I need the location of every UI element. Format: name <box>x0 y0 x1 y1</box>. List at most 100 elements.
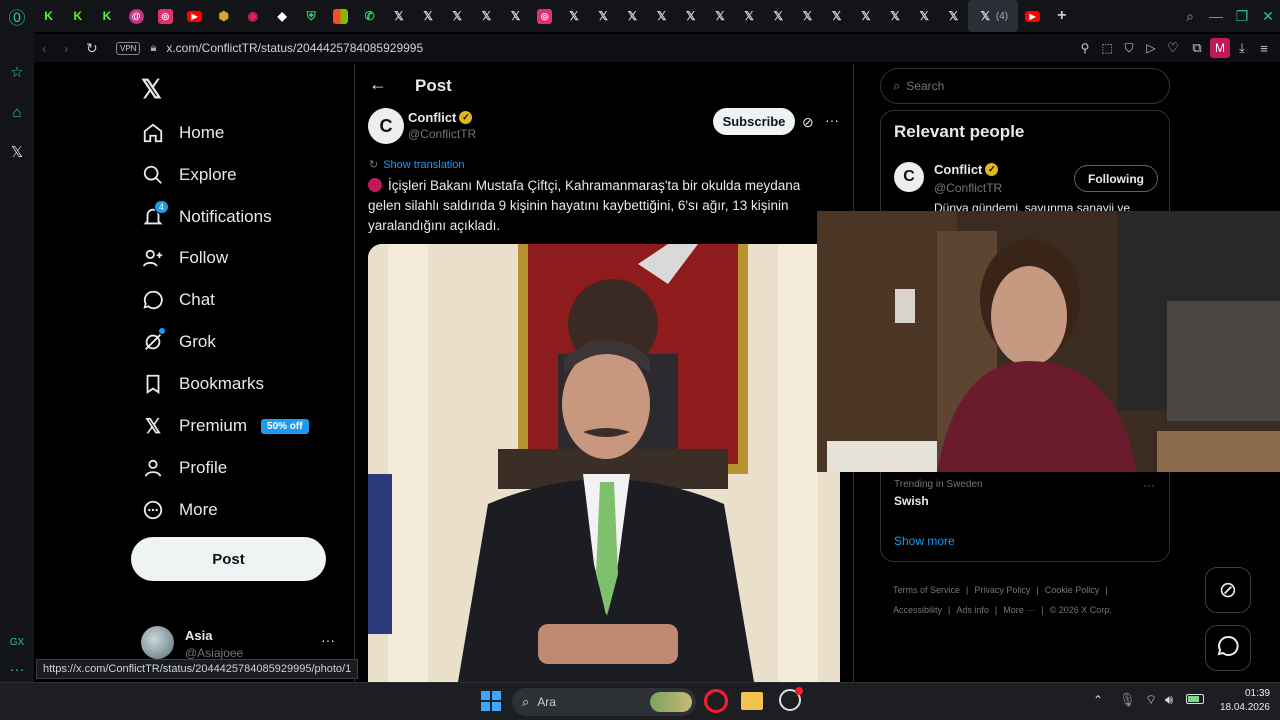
person-handle[interactable]: @ConflictTR <box>934 181 1002 195</box>
tab-kick-icon[interactable]: K <box>92 0 121 32</box>
profile-avatar[interactable]: M <box>1210 38 1230 58</box>
trend-name[interactable]: Swish <box>894 494 929 508</box>
nav-notifications[interactable]: 4 Notifications <box>141 199 272 235</box>
nav-more[interactable]: More <box>141 492 218 528</box>
subscribe-button[interactable]: Subscribe <box>713 108 795 135</box>
author-name[interactable]: Conflict ✓ <box>408 110 473 125</box>
nav-bookmarks[interactable]: Bookmarks <box>141 366 264 402</box>
more-icon[interactable]: ··· <box>825 112 839 128</box>
person-avatar[interactable]: C <box>894 162 924 192</box>
active-tab-x[interactable]: 𝕏 (4) <box>968 0 1018 32</box>
tab-x-icon[interactable]: 𝕏 <box>472 0 501 32</box>
extensions-icon[interactable]: ⧉ <box>1184 40 1210 56</box>
person-name[interactable]: Conflict ✓ <box>934 162 999 177</box>
footer-link[interactable]: Privacy Policy <box>974 585 1030 595</box>
footer-link[interactable]: Ads info <box>956 605 989 615</box>
tab-search-icon[interactable]: ⌕ <box>1178 8 1202 25</box>
tab-x-icon[interactable]: 𝕏 <box>384 0 413 32</box>
tab-ext-icon[interactable]: ⬢ <box>209 0 238 32</box>
tab-x-icon[interactable]: 𝕏 <box>822 0 851 32</box>
nav-home[interactable]: Home <box>141 115 224 151</box>
volume-icon[interactable]: 🔊︎ <box>1165 692 1173 708</box>
tab-diamond-icon[interactable]: ◆ <box>268 0 297 32</box>
tab-kick-icon[interactable]: K <box>63 0 92 32</box>
heart-icon[interactable]: ♡ <box>1162 40 1184 56</box>
send-icon[interactable]: ▷ <box>1140 41 1162 55</box>
reload-icon[interactable]: ↻ <box>86 40 110 57</box>
snapshot-icon[interactable]: ⬚ <box>1096 41 1118 55</box>
nav-explore[interactable]: Explore <box>141 157 237 193</box>
tab-x-icon[interactable]: 𝕏 <box>501 0 530 32</box>
footer-link[interactable]: Terms of Service <box>893 585 960 595</box>
tab-instagram-icon[interactable]: ◎ <box>151 0 180 32</box>
menu-icon[interactable]: ≡ <box>1254 41 1274 56</box>
restore-icon[interactable]: ❐ <box>1230 8 1254 25</box>
back-icon[interactable]: ‹ <box>42 41 64 56</box>
tab-x-icon[interactable]: 𝕏 <box>939 0 968 32</box>
nav-profile[interactable]: Profile <box>141 450 227 486</box>
post-photo[interactable] <box>368 244 840 682</box>
back-arrow-icon[interactable]: ← <box>369 74 387 95</box>
minimize-icon[interactable]: — <box>1204 8 1228 24</box>
mic-icon[interactable]: 🎙︎ <box>1119 692 1136 708</box>
footer-link[interactable]: More ··· <box>1003 605 1035 615</box>
show-translation-link[interactable]: ↻ Show translation <box>369 158 465 172</box>
tab-kick-icon[interactable]: K <box>34 0 63 32</box>
app-icon[interactable] <box>779 687 803 711</box>
tray-chevron-icon[interactable]: ⌃ <box>1093 693 1103 707</box>
tab-circle-icon[interactable]: ◉ <box>238 0 267 32</box>
tab-x-icon[interactable]: 𝕏 <box>413 0 442 32</box>
tab-x-icon[interactable]: 𝕏 <box>618 0 647 32</box>
tab-instagram-icon[interactable]: ◎ <box>530 0 559 32</box>
tab-x-icon[interactable]: 𝕏 <box>676 0 705 32</box>
account-switcher[interactable]: Asia @Asiajoee ··· <box>141 626 341 662</box>
post-button[interactable]: Post <box>131 537 326 581</box>
forward-icon[interactable]: › <box>64 41 86 56</box>
star-icon[interactable]: ☆ <box>0 52 34 92</box>
wifi-icon[interactable]: ⌔ <box>1145 692 1157 708</box>
account-more-icon[interactable]: ··· <box>321 632 335 648</box>
tab-whatsapp-icon[interactable]: ✆ <box>355 0 384 32</box>
sidebar-x-icon[interactable]: 𝕏 <box>0 132 34 172</box>
x-logo-icon[interactable]: 𝕏 <box>141 74 162 105</box>
tab-shield-icon[interactable]: ⛨ <box>297 0 326 32</box>
windows-start-icon[interactable] <box>481 691 501 711</box>
footer-link[interactable]: Cookie Policy <box>1045 585 1100 595</box>
nav-premium[interactable]: 𝕏 Premium 50% off <box>141 408 309 444</box>
clock[interactable]: 01:39 18.04.2026 <box>1212 687 1270 715</box>
following-button[interactable]: Following <box>1074 165 1158 192</box>
grok-icon[interactable]: ⊘ <box>802 114 814 131</box>
tab-x-icon[interactable]: 𝕏 <box>764 0 793 32</box>
nav-chat[interactable]: Chat <box>141 282 215 318</box>
tab-youtube-icon[interactable]: ▶ <box>1018 0 1047 32</box>
grok-fab[interactable]: ⊘ <box>1205 567 1251 613</box>
url-text[interactable]: x.com/ConflictTR/status/2044425784085929… <box>166 41 423 55</box>
nav-follow[interactable]: Follow <box>141 240 228 276</box>
aria-icon[interactable]: ⌂ <box>0 92 34 132</box>
nav-grok[interactable]: Grok <box>141 324 216 360</box>
shield-icon[interactable]: ⛉ <box>1118 41 1140 56</box>
author-handle[interactable]: @ConflictTR <box>408 127 476 141</box>
search-input[interactable]: ⌕ Search <box>880 68 1170 104</box>
tab-x-icon[interactable]: 𝕏 <box>735 0 764 32</box>
taskbar-search[interactable]: ⌕ Ara <box>512 688 696 716</box>
file-explorer-icon[interactable] <box>741 692 763 710</box>
tab-x-icon[interactable]: 𝕏 <box>589 0 618 32</box>
new-tab-icon[interactable]: + <box>1047 0 1076 32</box>
tab-x-icon[interactable]: 𝕏 <box>851 0 880 32</box>
author-avatar[interactable]: C <box>368 108 404 144</box>
tab-x-icon[interactable]: 𝕏 <box>880 0 909 32</box>
download-icon[interactable]: ⤓ <box>1230 40 1254 56</box>
footer-link[interactable]: Accessibility <box>893 605 942 615</box>
battery-icon[interactable] <box>1186 694 1204 704</box>
show-more-link[interactable]: Show more <box>894 534 955 548</box>
opera-logo-icon[interactable]: ⓪ <box>0 0 34 32</box>
tab-x-icon[interactable]: 𝕏 <box>559 0 588 32</box>
chat-fab[interactable] <box>1205 625 1251 671</box>
tab-x-icon[interactable]: 𝕏 <box>647 0 676 32</box>
tab-x-icon[interactable]: 𝕏 <box>705 0 734 32</box>
vpn-badge[interactable]: VPN <box>116 41 141 55</box>
tab-windows-icon[interactable] <box>326 0 355 32</box>
pin-icon[interactable]: ⚲ <box>1074 41 1096 55</box>
tab-x-icon[interactable]: 𝕏 <box>793 0 822 32</box>
